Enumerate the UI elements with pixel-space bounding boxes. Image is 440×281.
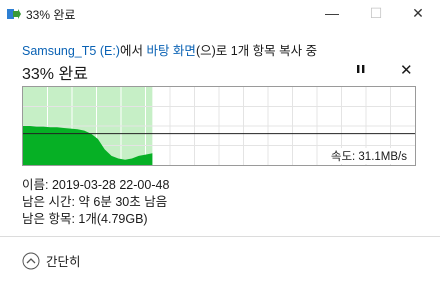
text-from: 에서 xyxy=(119,44,147,58)
percent-complete: 33% 완료 xyxy=(22,66,88,83)
source-link[interactable]: Samsung_T5 (E:) xyxy=(22,44,120,58)
copy-arrow-icon xyxy=(7,9,21,19)
items-remaining: 남은 항목: 1개(4.79GB) xyxy=(22,212,148,226)
divider xyxy=(0,236,440,237)
details-panel: 이름: 2019-03-28 22-00-48 남은 시간: 약 6분 30초 … xyxy=(22,177,169,228)
pause-button[interactable] xyxy=(354,62,368,76)
chevron-up-icon xyxy=(22,252,40,269)
maximize-icon: ☐ xyxy=(369,4,383,21)
minimize-icon: — xyxy=(325,5,339,21)
maximize-button[interactable]: ☐ xyxy=(356,2,396,24)
file-name: 이름: 2019-03-28 22-00-48 xyxy=(22,178,170,192)
close-button[interactable]: ✕ xyxy=(398,2,438,24)
copy-description: Samsung_T5 (E:)에서 바탕 화면(으)로 1개 항목 복사 중 xyxy=(22,40,317,59)
title-bar: 33% 완료 — ☐ ✕ xyxy=(0,0,440,28)
destination-link[interactable]: 바탕 화면 xyxy=(146,44,195,58)
pause-bar-left xyxy=(357,65,360,73)
close-icon: ✕ xyxy=(412,4,424,21)
window-title: 33% 완료 xyxy=(26,8,76,22)
pause-bar-right xyxy=(362,65,365,73)
progress-speed-graph: 속도: 31.1MB/s xyxy=(22,86,416,166)
fewer-details-button[interactable]: 간단히 xyxy=(22,251,81,270)
speed-label: 속도: 31.1MB/s xyxy=(328,148,409,164)
collapse-label: 간단히 xyxy=(46,255,81,269)
time-remaining: 남은 시간: 약 6분 30초 남음 xyxy=(22,195,168,209)
minimize-button[interactable]: — xyxy=(312,2,352,24)
stop-button[interactable]: ✕ xyxy=(400,61,413,79)
text-to: (으)로 1개 항목 복사 중 xyxy=(195,44,318,58)
